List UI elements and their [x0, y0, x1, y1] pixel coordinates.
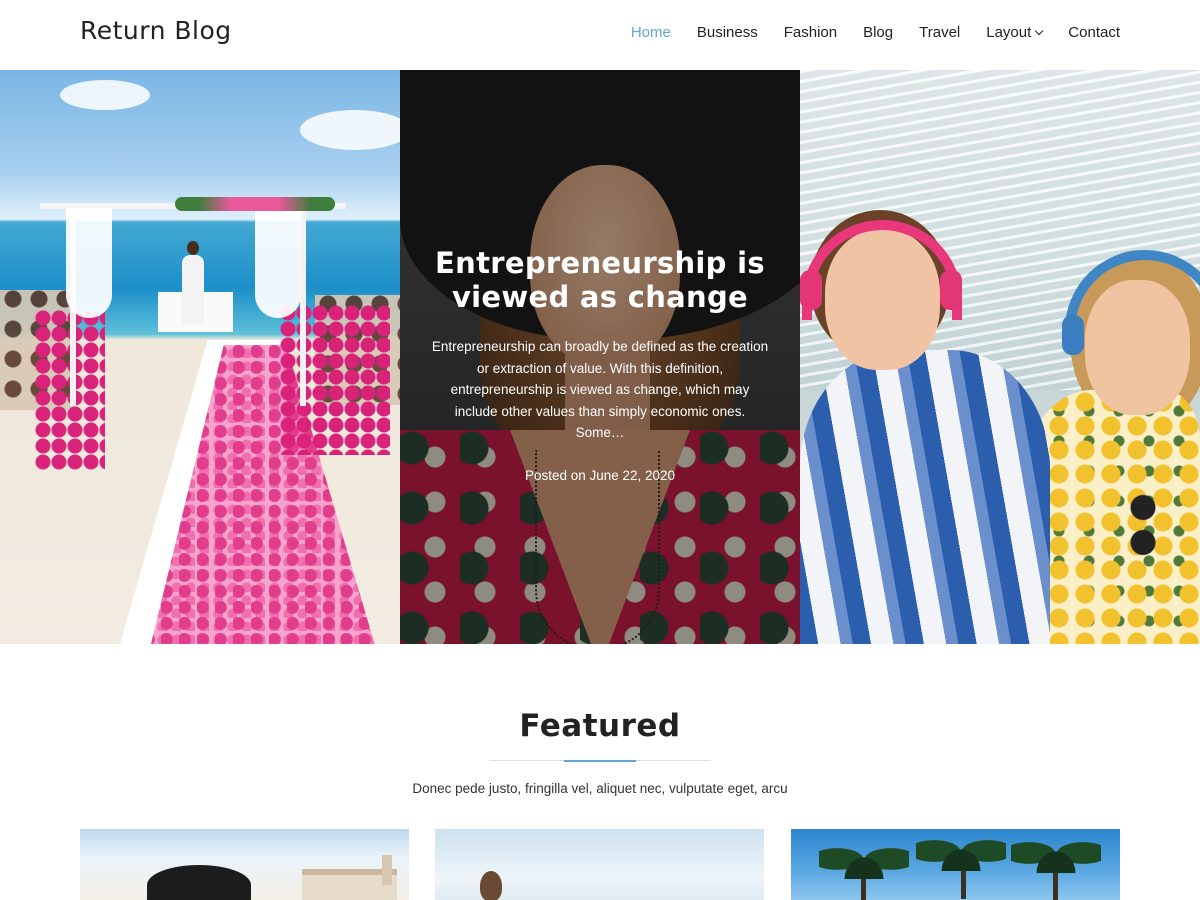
palm-tree-icon: [819, 829, 909, 879]
flower-garland: [175, 197, 335, 211]
headphone-cup: [1062, 315, 1084, 355]
flower-column: [280, 305, 390, 455]
hero-slider: Entrepreneurship is viewed as change Ent…: [0, 70, 1200, 644]
nav-item-contact[interactable]: Contact: [1068, 24, 1120, 41]
nav-item-business[interactable]: Business: [697, 24, 758, 41]
cloud-shape: [300, 110, 400, 150]
site-header: Return Blog Home Business Fashion Blog T…: [0, 0, 1200, 70]
chevron-down-icon: [1035, 26, 1044, 36]
site-title[interactable]: Return Blog: [80, 16, 232, 45]
arch-curtain: [66, 208, 112, 318]
palm-tree-icon: [1011, 829, 1101, 873]
title-divider-accent: [564, 760, 636, 762]
nav-item-fashion[interactable]: Fashion: [784, 24, 837, 41]
hat-shape: [147, 865, 251, 900]
featured-section: Featured Donec pede justo, fringilla vel…: [0, 644, 1200, 900]
featured-subtitle: Donec pede justo, fringilla vel, aliquet…: [412, 781, 788, 796]
tower-shape: [382, 855, 392, 885]
nav-item-layout[interactable]: Layout: [986, 24, 1044, 41]
hero-post-title[interactable]: Entrepreneurship is viewed as change: [430, 246, 770, 314]
cloud-shape: [60, 80, 150, 110]
nav-item-layout-label: Layout: [986, 24, 1032, 41]
hero-slide-featured-post[interactable]: Entrepreneurship is viewed as change Ent…: [400, 70, 800, 644]
sunglasses-shape: [1125, 490, 1161, 560]
nav-item-travel[interactable]: Travel: [919, 24, 960, 41]
featured-card-3[interactable]: [791, 829, 1120, 900]
hero-post-content: Entrepreneurship is viewed as change Ent…: [430, 246, 770, 483]
headphone-cup: [940, 270, 962, 310]
featured-card-1[interactable]: [80, 829, 409, 900]
nav-item-blog[interactable]: Blog: [863, 24, 893, 41]
headphone-cup: [800, 270, 822, 310]
nav-item-home[interactable]: Home: [631, 24, 671, 41]
officiant-figure: [182, 241, 204, 325]
hero-post-date: Posted on June 22, 2020: [524, 467, 676, 483]
arch-curtain: [255, 208, 301, 318]
hero-slide-wedding[interactable]: [0, 70, 400, 644]
woman1-dress: [800, 350, 1050, 644]
featured-card-2[interactable]: [435, 829, 764, 900]
palm-tree-icon: [916, 829, 1006, 871]
person-head-shape: [480, 871, 502, 900]
hero-post-excerpt: Entrepreneurship can broadly be defined …: [431, 339, 769, 440]
hero-slide-headphones[interactable]: [800, 70, 1200, 644]
main-nav: Home Business Fashion Blog Travel Layout…: [605, 24, 1120, 41]
featured-title: Featured: [519, 708, 681, 744]
